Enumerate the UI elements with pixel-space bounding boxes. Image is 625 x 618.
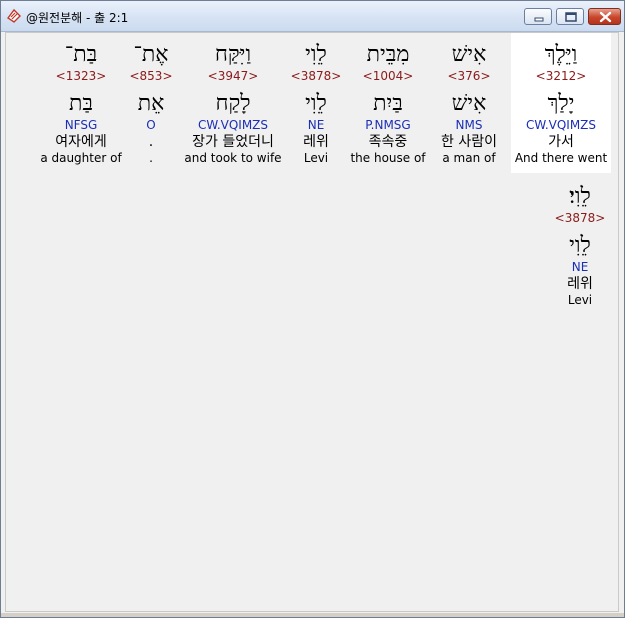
strong-number[interactable]: <853> — [126, 69, 176, 85]
main-window: @원전분해 - 출 2:1 וַיֵּלֶךְ <3212> יָלַךְ CW… — [0, 0, 625, 618]
korean-gloss: 장가 들었더니 — [192, 134, 274, 150]
hebrew-lemma: לָקַח — [215, 91, 251, 116]
english-gloss: And there went — [514, 151, 608, 165]
strong-number[interactable]: <3212> — [511, 69, 611, 85]
korean-gloss: 한 사람이 — [441, 134, 497, 150]
hebrew-word: מִבֵּית — [366, 42, 410, 67]
hebrew-word: לֵוִי — [305, 42, 327, 67]
hebrew-word: לֵוִי׃ — [569, 184, 591, 209]
english-gloss: the house of — [350, 151, 426, 165]
morph-code: NFSG — [64, 118, 98, 132]
maximize-icon — [565, 12, 577, 22]
english-gloss: a daughter of — [40, 151, 122, 165]
morph-code: O — [146, 118, 156, 132]
morph-code: CW.VQIMZS — [197, 118, 269, 132]
strong-number[interactable]: <3878> — [554, 211, 606, 227]
window-bottom-border — [1, 613, 624, 617]
korean-gloss: 족속중 — [368, 134, 408, 150]
hebrew-word: אֶת־ — [133, 42, 169, 67]
close-icon — [599, 11, 612, 23]
title-bar[interactable]: @원전분해 - 출 2:1 — [1, 1, 624, 32]
window-title: @원전분해 - 출 2:1 — [26, 11, 129, 25]
hebrew-word: וַיֵּלֶךְ — [544, 42, 578, 67]
interlinear-panel[interactable]: וַיֵּלֶךְ <3212> יָלַךְ CW.VQIMZS 가서 And… — [5, 32, 619, 612]
morph-code: NE — [571, 260, 589, 274]
bible-icon[interactable] — [6, 8, 22, 24]
korean-gloss: 레위 — [567, 276, 593, 292]
hebrew-lemma: לֵוִי — [305, 91, 327, 116]
hebrew-word: בַּת־ — [64, 42, 98, 67]
strong-number[interactable]: <3947> — [182, 69, 284, 85]
word-column[interactable]: אִישׁ <376> אִישׁ NMS 한 사람이 a man of — [434, 33, 504, 173]
morph-code: NE — [307, 118, 325, 132]
korean-gloss: 레위 — [303, 134, 329, 150]
word-column[interactable]: מִבֵּית <1004> בַּיִת P.NMSG 족속중 the hou… — [348, 33, 428, 173]
english-gloss: . — [149, 151, 153, 165]
hebrew-lemma: לֵוִי — [569, 233, 591, 258]
word-column[interactable]: לֵוִי <3878> לֵוִי NE 레위 Levi — [290, 33, 342, 173]
hebrew-word: וַיִּקַּח — [214, 42, 252, 67]
english-gloss: Levi — [567, 293, 593, 307]
minimize-icon — [534, 17, 544, 22]
english-gloss: Levi — [303, 151, 329, 165]
morph-code: P.NMSG — [365, 118, 411, 132]
strong-number[interactable]: <1004> — [348, 69, 428, 85]
hebrew-lemma: אִישׁ — [451, 91, 487, 116]
hebrew-lemma: בַּת — [68, 91, 94, 116]
hebrew-word: אִישׁ — [451, 42, 487, 67]
word-column[interactable]: לֵוִי׃ <3878> לֵוִי NE 레위 Levi — [554, 175, 606, 315]
english-gloss: and took to wife — [184, 151, 282, 165]
strong-number[interactable]: <376> — [434, 69, 504, 85]
hebrew-lemma: בַּיִת — [373, 91, 403, 116]
morph-code: NMS — [455, 118, 483, 132]
word-column[interactable]: בַּת־ <1323> בַּת NFSG 여자에게 a daughter o… — [40, 33, 122, 173]
korean-gloss: 가서 — [548, 134, 574, 150]
morph-code: CW.VQIMZS — [525, 118, 597, 132]
strong-number[interactable]: <3878> — [290, 69, 342, 85]
strong-number[interactable]: <1323> — [40, 69, 122, 85]
hebrew-lemma: יָלַךְ — [547, 91, 575, 116]
english-gloss: a man of — [442, 151, 496, 165]
word-column[interactable]: וַיֵּלֶךְ <3212> יָלַךְ CW.VQIMZS 가서 And… — [511, 33, 611, 173]
hebrew-lemma: אֵת — [137, 91, 165, 116]
minimize-button[interactable] — [524, 8, 552, 25]
word-column[interactable]: אֶת־ <853> אֵת O . . — [126, 33, 176, 173]
word-column[interactable]: וַיִּקַּח <3947> לָקַח CW.VQIMZS 장가 들었더니… — [182, 33, 284, 173]
korean-gloss: . — [148, 134, 154, 150]
korean-gloss: 여자에게 — [55, 134, 107, 150]
maximize-button[interactable] — [556, 8, 584, 25]
close-button[interactable] — [588, 8, 621, 25]
